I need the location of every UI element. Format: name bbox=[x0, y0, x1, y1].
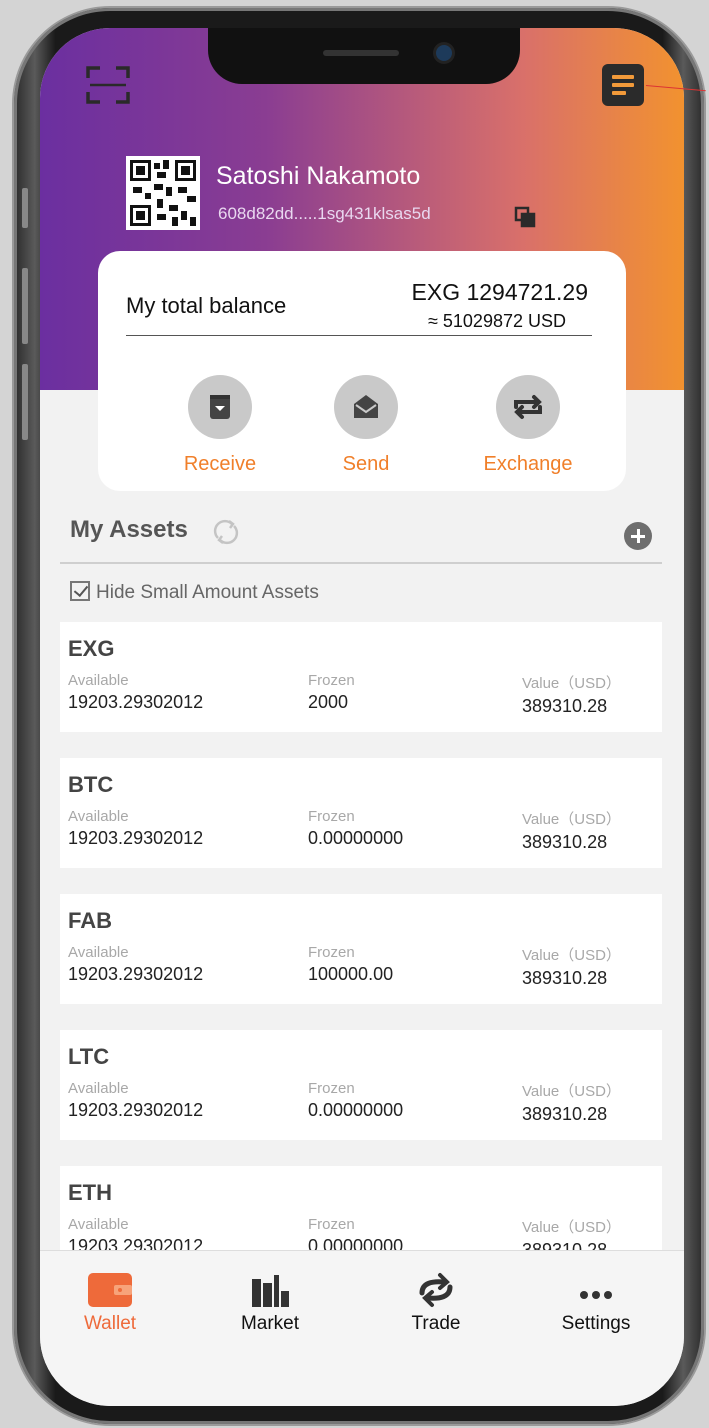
tab-trade[interactable]: Trade bbox=[376, 1269, 496, 1335]
value-column: Value（USD） 389310.28 bbox=[522, 1080, 621, 1125]
frozen-value: 0.00000000 bbox=[308, 1100, 404, 1120]
copy-icon[interactable] bbox=[514, 206, 536, 228]
user-name: Satoshi Nakamoto bbox=[216, 162, 421, 190]
value-caption: Value（USD） bbox=[522, 811, 621, 828]
frozen-column: Frozen 0.00000000 bbox=[308, 808, 403, 849]
available-value: 19203.29302012 bbox=[68, 964, 204, 984]
balance-amount: EXG 1294721.29 bbox=[411, 279, 588, 305]
asset-symbol: LTC bbox=[68, 1044, 110, 1069]
bar-chart-icon bbox=[210, 1269, 330, 1311]
tab-wallet-label: Wallet bbox=[83, 1313, 137, 1334]
available-caption: Available bbox=[68, 944, 129, 961]
available-caption: Available bbox=[68, 808, 129, 825]
asset-symbol: EXG bbox=[68, 636, 115, 661]
scan-icon[interactable] bbox=[86, 66, 130, 104]
value-caption: Value（USD） bbox=[522, 675, 621, 692]
available-value: 19203.29302012 bbox=[68, 1100, 204, 1120]
exchange-button[interactable]: Exchange bbox=[468, 375, 588, 476]
balance-usd: ≈ 51029872 USD bbox=[428, 311, 566, 331]
app-screen: Satoshi Nakamoto 608d82dd.....1sg431klsa… bbox=[40, 28, 684, 1406]
exchange-arrows-icon bbox=[496, 375, 560, 439]
exchange-label: Exchange bbox=[483, 453, 573, 475]
value-caption: Value（USD） bbox=[522, 1083, 621, 1100]
tab-wallet[interactable]: Wallet bbox=[50, 1269, 170, 1335]
divider bbox=[126, 335, 592, 336]
bottom-tab-bar: Wallet Market Trade Settings bbox=[40, 1250, 684, 1406]
receive-button[interactable]: Receive bbox=[160, 375, 280, 476]
asset-symbol: FAB bbox=[68, 908, 112, 933]
available-value: 19203.29302012 bbox=[68, 828, 204, 848]
more-dots-icon bbox=[536, 1269, 656, 1311]
frozen-caption: Frozen bbox=[308, 1216, 355, 1233]
value-usd: 389310.28 bbox=[522, 968, 608, 988]
front-camera bbox=[436, 45, 452, 61]
asset-row-fab[interactable]: FAB Available 19203.29302012 Frozen 1000… bbox=[60, 894, 662, 1004]
value-column: Value（USD） 389310.28 bbox=[522, 808, 621, 853]
speaker bbox=[323, 50, 399, 56]
asset-symbol: BTC bbox=[68, 772, 114, 797]
frozen-caption: Frozen bbox=[308, 1080, 355, 1097]
inbox-download-icon bbox=[188, 375, 252, 439]
tab-market[interactable]: Market bbox=[210, 1269, 330, 1335]
frozen-column: Frozen 100000.00 bbox=[308, 944, 393, 985]
assets-title: My Assets bbox=[70, 516, 188, 543]
device-notch bbox=[208, 28, 520, 84]
available-value: 19203.29302012 bbox=[68, 692, 204, 712]
send-label: Send bbox=[342, 453, 390, 475]
asset-row-ltc[interactable]: LTC Available 19203.29302012 Frozen 0.00… bbox=[60, 1030, 662, 1140]
volume-down-button bbox=[22, 364, 28, 440]
frozen-column: Frozen 2000 bbox=[308, 672, 355, 713]
volume-up-button bbox=[22, 268, 28, 344]
qr-code-icon[interactable] bbox=[126, 156, 200, 230]
assets-divider bbox=[60, 562, 662, 564]
tab-trade-label: Trade bbox=[411, 1313, 461, 1334]
available-column: Available 19203.29302012 bbox=[68, 672, 203, 713]
frozen-caption: Frozen bbox=[308, 808, 355, 825]
balance-label: My total balance bbox=[126, 293, 287, 318]
tab-settings[interactable]: Settings bbox=[536, 1269, 656, 1335]
menu-icon[interactable] bbox=[602, 64, 644, 106]
value-usd: 389310.28 bbox=[522, 696, 608, 716]
frozen-value: 2000 bbox=[308, 692, 349, 712]
available-column: Available 19203.29302012 bbox=[68, 808, 203, 849]
frozen-caption: Frozen bbox=[308, 672, 355, 689]
hide-small-label: Hide Small Amount Assets bbox=[96, 582, 319, 603]
available-column: Available 19203.29302012 bbox=[68, 1080, 203, 1121]
envelope-icon bbox=[334, 375, 398, 439]
value-column: Value（USD） 389310.28 bbox=[522, 672, 621, 717]
frozen-caption: Frozen bbox=[308, 944, 355, 961]
hide-small-assets-toggle[interactable]: Hide Small Amount Assets bbox=[70, 581, 319, 604]
tab-market-label: Market bbox=[240, 1313, 300, 1334]
trade-arrows-icon bbox=[376, 1269, 496, 1311]
available-caption: Available bbox=[68, 1080, 129, 1097]
silent-switch bbox=[22, 188, 28, 228]
available-column: Available 19203.29302012 bbox=[68, 944, 203, 985]
value-caption: Value（USD） bbox=[522, 1219, 621, 1236]
wallet-icon bbox=[50, 1269, 170, 1311]
frozen-column: Frozen 0.00000000 bbox=[308, 1080, 403, 1121]
send-button[interactable]: Send bbox=[306, 375, 426, 476]
available-caption: Available bbox=[68, 672, 129, 689]
hide-small-checkbox[interactable] bbox=[70, 581, 90, 601]
refresh-icon[interactable] bbox=[212, 518, 240, 546]
frozen-value: 0.00000000 bbox=[308, 828, 404, 848]
wallet-address: 608d82dd.....1sg431klsas5d bbox=[218, 204, 431, 223]
value-caption: Value（USD） bbox=[522, 947, 621, 964]
tab-settings-label: Settings bbox=[561, 1313, 631, 1334]
frozen-value: 100000.00 bbox=[308, 964, 394, 984]
asset-symbol: ETH bbox=[68, 1180, 112, 1205]
value-usd: 389310.28 bbox=[522, 1104, 608, 1124]
plus-circle-icon[interactable] bbox=[624, 522, 652, 550]
asset-row-btc[interactable]: BTC Available 19203.29302012 Frozen 0.00… bbox=[60, 758, 662, 868]
value-column: Value（USD） 389310.28 bbox=[522, 944, 621, 989]
balance-card: My total balance EXG 1294721.29 ≈ 510298… bbox=[98, 251, 626, 491]
receive-label: Receive bbox=[183, 453, 257, 475]
available-caption: Available bbox=[68, 1216, 129, 1233]
asset-row-exg[interactable]: EXG Available 19203.29302012 Frozen 2000… bbox=[60, 622, 662, 732]
value-usd: 389310.28 bbox=[522, 832, 608, 852]
